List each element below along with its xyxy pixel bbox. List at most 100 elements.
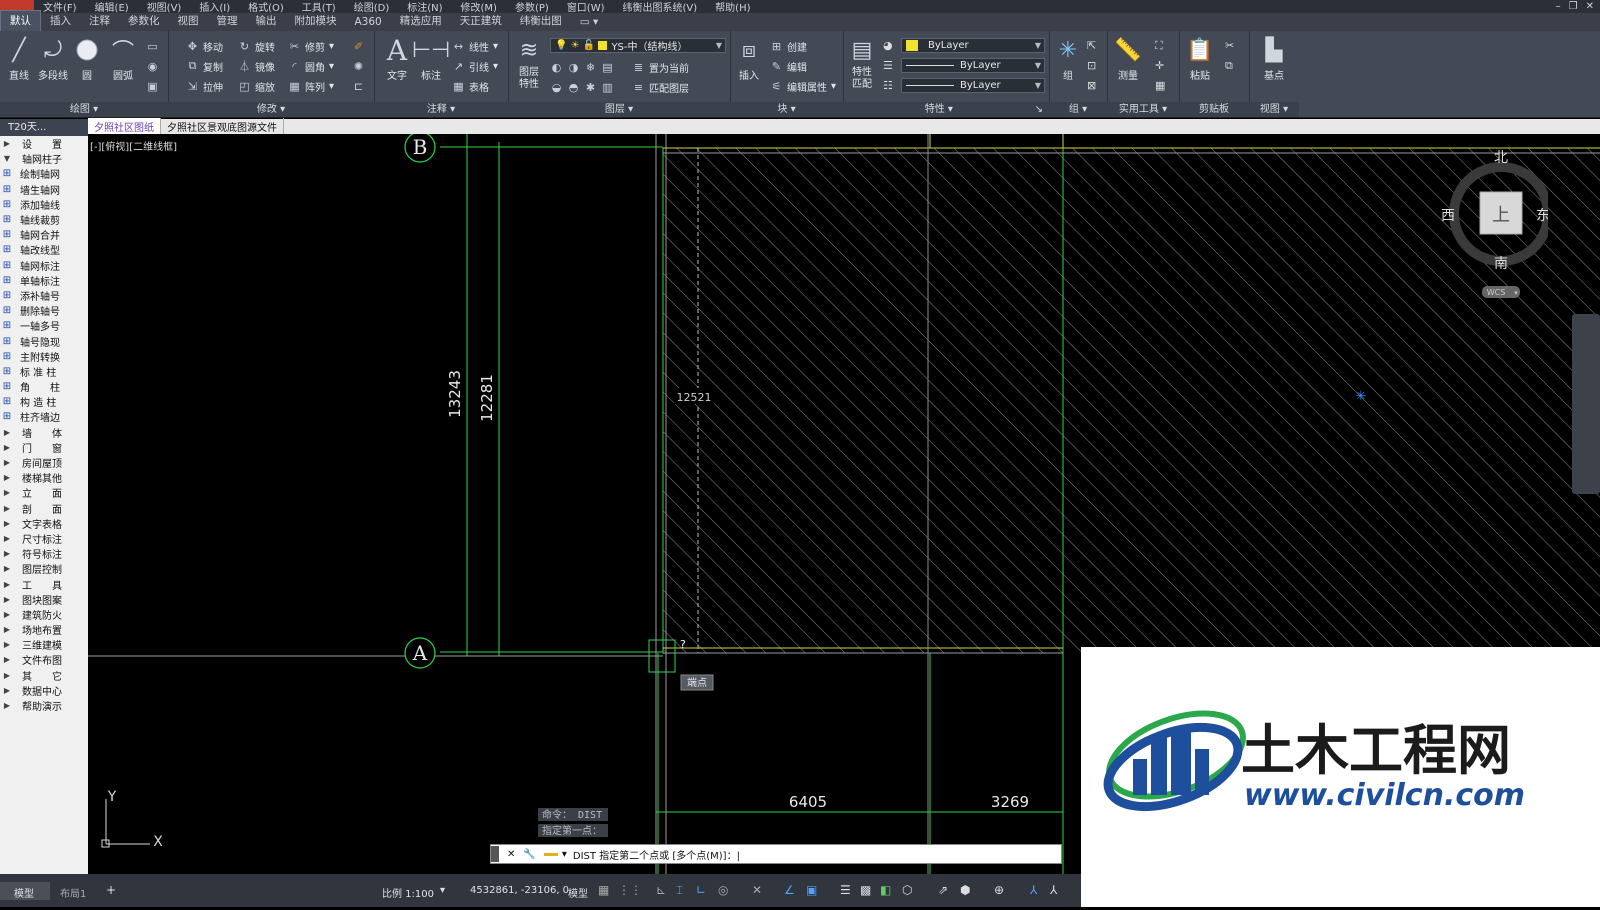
linetype-dropdown[interactable]: ByLayer ▼ [901, 58, 1045, 73]
polyline-button[interactable]: ⤾ 多段线 [36, 35, 70, 83]
linetype-icon[interactable]: ☰ [883, 59, 893, 72]
match-properties-button[interactable]: ▤ 特性匹配 [845, 35, 879, 91]
layer-dropdown[interactable]: 💡 ☀ 🔓 YS-中（结构线） ▼ [550, 38, 726, 53]
palette-item[interactable]: ⊞ 轴网标注 [0, 258, 88, 273]
doc-tab-drawing[interactable]: 夕照社区图纸 [88, 118, 161, 135]
stretch-button[interactable]: ⇲ 拉伸 [186, 77, 223, 95]
command-dropdown-icon[interactable]: ▾ [562, 849, 567, 860]
command-close-icon[interactable]: ✕ [507, 849, 515, 860]
rectangle-button[interactable]: ▭ [146, 37, 159, 55]
infer-constraints-icon[interactable]: ⊾ [656, 883, 666, 897]
copy-clip-icon[interactable]: ⧉ [1225, 59, 1233, 73]
text-button[interactable]: A 文字 [380, 34, 414, 83]
calculator-icon[interactable]: ▦ [1155, 79, 1165, 92]
palette-item[interactable]: ⊞ 轴号隐现 [0, 333, 88, 349]
layer-unisolate-icon[interactable]: ◓ [567, 81, 580, 94]
palette-header[interactable]: T20天... [0, 119, 88, 136]
dynamic-input-icon[interactable]: ⌶ [676, 883, 683, 898]
tab-tangent[interactable]: 天正建筑 [451, 11, 511, 31]
tab-output[interactable]: 输出 [247, 11, 286, 31]
ribbon-options-icon[interactable]: ▭ ▾ [571, 14, 608, 31]
menu-weiheng[interactable]: 纬衡出图系统(V) [614, 0, 707, 14]
object-snap-tracking-icon[interactable]: ∠ [784, 883, 795, 897]
command-line[interactable]: ✕ 🔧 ▾ DIST 指定第二个点或 [多个点(M)]：| [490, 844, 1062, 864]
doc-tab-landscape-source[interactable]: 夕照社区景观底图源文件 [161, 118, 284, 135]
gizmo-icon[interactable]: ⊕ [994, 883, 1004, 897]
palette-item[interactable]: ⊞ 构 造 柱 [0, 394, 88, 409]
panel-block-title[interactable]: 块 ▾ [730, 102, 843, 117]
palette-item[interactable]: ⊞ 轴网合并 [0, 227, 88, 242]
palette-item[interactable]: ▼ 轴网柱子 [0, 151, 88, 166]
viewport-controls-label[interactable]: [-][俯视][二维线框] [90, 138, 177, 153]
explode-button[interactable]: ✺ [352, 57, 365, 75]
viewcube[interactable]: 上 北 南 西 东 WCS ▾ [1438, 144, 1553, 304]
annotation-scale[interactable]: 比例 1:100 [382, 885, 434, 900]
layer-off-icon[interactable]: ◐ [550, 61, 563, 74]
palette-item[interactable]: ▶ 数据中心 [0, 683, 88, 698]
selection-filter-icon[interactable]: ⬢ [960, 883, 970, 897]
mirror-button[interactable]: ⏃ 镜像 [238, 57, 275, 75]
palette-item[interactable]: ⊞ 添补轴号 [0, 288, 88, 303]
minimize-icon[interactable]: – [1556, 1, 1561, 12]
palette-item[interactable]: ▶ 符号标注 [0, 546, 88, 561]
scale-button[interactable]: ◰ 缩放 [238, 77, 275, 95]
array-button[interactable]: ▦ 阵列 ▾ [288, 77, 334, 95]
command-customize-icon[interactable]: 🔧 [523, 849, 535, 860]
arc-button[interactable]: ⌒ 圆弧 [106, 35, 140, 82]
color-dropdown[interactable]: ByLayer ▼ [901, 38, 1045, 53]
line-button[interactable]: ╱ 直线 [2, 35, 36, 83]
table-button[interactable]: ▦ 表格 [452, 77, 489, 95]
tab-insert[interactable]: 插入 [41, 11, 80, 31]
layer-freeze-icon[interactable]: ❄ [584, 61, 597, 74]
paste-button[interactable]: 📋 粘贴 [1183, 35, 1217, 83]
ungroup-icon[interactable]: ⇱ [1087, 39, 1096, 52]
palette-item[interactable]: ▶ 楼梯其他 [0, 470, 88, 485]
palette-item[interactable]: ▶ 场地布置 [0, 622, 88, 637]
offset-button[interactable]: ⊏ [352, 77, 365, 95]
grid-icon[interactable]: ▦ [598, 883, 609, 897]
rotate-button[interactable]: ↻ 旋转 [238, 37, 275, 55]
layer-lock-tool-icon[interactable]: ▤ [601, 61, 614, 74]
command-prompt-text[interactable]: DIST 指定第二个点或 [多个点(M)]：| [573, 847, 740, 862]
tab-weiheng[interactable]: 纬衡出图 [511, 11, 571, 31]
annotation-visibility-icon[interactable]: ⅄ [1030, 883, 1037, 897]
hatch-button[interactable]: ◉ [146, 57, 159, 75]
palette-item[interactable]: ⊞ 删除轴号 [0, 303, 88, 318]
boundary-button[interactable]: ▣ [146, 77, 159, 95]
circle-button[interactable]: 圆 [70, 35, 104, 82]
base-button[interactable]: ▙ 基点 [1257, 35, 1291, 83]
palette-item[interactable]: ⊞ 标 准 柱 [0, 364, 88, 379]
menu-help[interactable]: 帮助(H) [706, 0, 759, 14]
group-button[interactable]: ✳ 组 [1051, 35, 1085, 83]
tab-manage[interactable]: 管理 [208, 11, 247, 31]
palette-item[interactable]: ⊞ 柱齐墙边 [0, 409, 88, 424]
dynamic-ucs-icon[interactable]: ⇗ [938, 883, 948, 897]
layer-properties-button[interactable]: ≋ 图层特性 [512, 35, 546, 91]
cut-icon[interactable]: ✂ [1225, 39, 1234, 52]
palette-item[interactable]: ▶ 图层控制 [0, 561, 88, 576]
panel-properties-title[interactable]: 特性 ▾ ↘ [843, 102, 1049, 117]
scale-dropdown-icon[interactable]: ▾ [440, 885, 445, 896]
object-snap-icon[interactable]: ▣ [806, 883, 817, 897]
panel-annotation-title[interactable]: 注释 ▾ [374, 102, 508, 117]
palette-item[interactable]: ▶ 设 置 [0, 136, 88, 151]
palette-item[interactable]: ▶ 房间屋顶 [0, 455, 88, 470]
3d-osnap-icon[interactable]: ⬡ [902, 883, 912, 897]
palette-item[interactable]: ▶ 三维建模 [0, 637, 88, 652]
tab-parametric[interactable]: 参数化 [119, 11, 169, 31]
palette-item[interactable]: ▶ 图块图案 [0, 592, 88, 607]
panel-group-title[interactable]: 组 ▾ [1049, 102, 1107, 117]
navigation-bar[interactable] [1572, 314, 1600, 494]
viewcube-south[interactable]: 南 [1494, 256, 1508, 272]
palette-item[interactable]: ▶ 尺寸标注 [0, 531, 88, 546]
palette-item[interactable]: ⊞ 角 柱 [0, 379, 88, 394]
selection-cycling-icon[interactable]: ◧ [880, 883, 891, 897]
erase-button[interactable]: ✐ [352, 37, 365, 55]
layer-isolate-icon[interactable]: ◑ [567, 61, 580, 74]
auto-scale-icon[interactable]: ⅄ [1050, 883, 1057, 897]
tab-addins[interactable]: 附加模块 [286, 11, 346, 31]
viewcube-west[interactable]: 西 [1441, 208, 1455, 224]
insert-block-button[interactable]: ⧈ 插入 [732, 35, 766, 83]
edit-block-button[interactable]: ✎ 编辑 [770, 57, 807, 75]
palette-item[interactable]: ▶ 建筑防火 [0, 607, 88, 622]
